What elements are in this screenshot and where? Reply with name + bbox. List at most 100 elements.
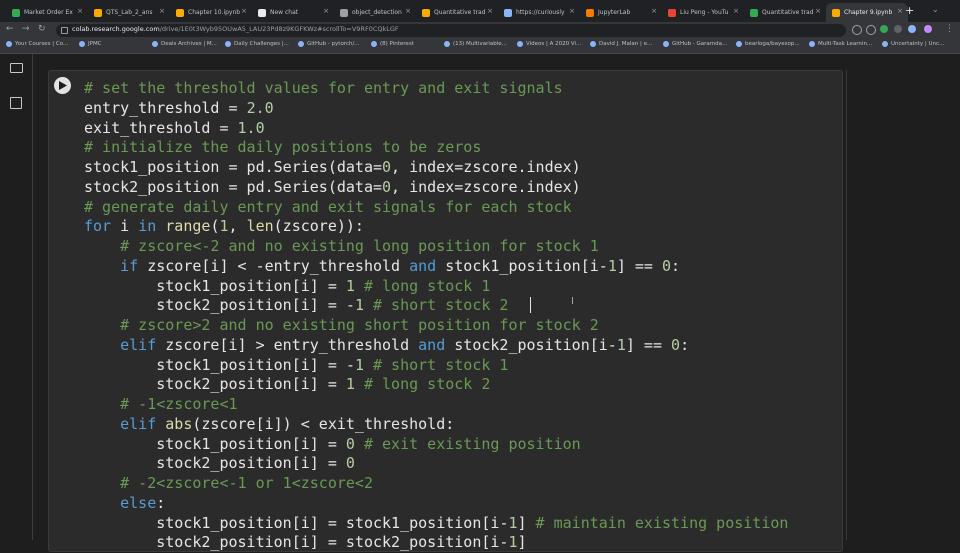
browser-tab[interactable]: Liu Peng - YouTu × (662, 3, 744, 22)
bookmark-favicon-icon (590, 41, 596, 47)
code-text: stock1_position[i] = (84, 434, 346, 453)
code-line: elif zscore[i] > entry_threshold and sto… (84, 336, 788, 356)
browser-tab[interactable]: https://curiously × (498, 3, 580, 22)
bookmark-item[interactable]: GitHub - pytorch/... (298, 41, 360, 47)
code-keyword: in (138, 217, 157, 236)
extension-icon[interactable] (880, 25, 888, 33)
browser-tab[interactable]: JupyterLab × (580, 3, 662, 22)
tab-close-icon[interactable]: × (733, 7, 739, 15)
code-builtin: abs (165, 414, 193, 433)
browser-menu-icon[interactable]: ⋮ (945, 24, 954, 34)
browser-tab[interactable]: Market Order Ex × (6, 3, 88, 22)
code-keyword: for (84, 217, 112, 236)
tab-search-chevron-icon[interactable]: ⌄ (932, 5, 939, 14)
bookmark-item[interactable]: bearloga/bayesop... (736, 41, 800, 47)
code-text: stock1_position[i] = (84, 276, 346, 295)
code-line: stock2_position[i] = -1 # short stock 2 (84, 296, 788, 316)
tab-title: Market Order Ex (24, 9, 73, 16)
code-text: zscore[i] < -entry_threshold (138, 256, 410, 275)
code-number: 0 (345, 454, 355, 473)
code-comment: # exit existing position (363, 434, 581, 453)
browser-tab-strip: Market Order Ex × QTS_Lab_2_ans × Chapter 10… (0, 0, 960, 22)
bookmark-label: GitHub - Garamda... (672, 41, 728, 47)
folder-icon[interactable] (10, 63, 23, 73)
code-editor[interactable]: # set the threshold values for entry and… (84, 79, 788, 553)
tab-close-icon[interactable]: × (897, 7, 903, 15)
reload-icon[interactable]: ↻ (38, 24, 46, 34)
bookmark-item[interactable]: JPMC (79, 41, 102, 47)
tab-close-icon[interactable]: × (77, 7, 83, 15)
address-bar[interactable]: colab.research.google.com/drive/1E0t3Wyb… (56, 24, 846, 37)
bookmark-label: (13) Multivariable... (453, 41, 507, 47)
bookmark-label: Your Courses | Co... (15, 41, 69, 47)
bookmark-item[interactable]: (8) Pinterest (371, 41, 414, 47)
code-cell[interactable]: # set the threshold values for entry and… (48, 70, 843, 552)
sidebar-icon[interactable] (908, 25, 916, 33)
bookmark-favicon-icon (225, 41, 231, 47)
bookmark-label: JPMC (88, 41, 102, 47)
bookmark-item[interactable]: Uncertainty | Unc... (882, 41, 944, 47)
colab-left-sidebar (0, 54, 33, 540)
bookmark-favicon-icon (736, 41, 742, 47)
tab-close-icon[interactable]: × (241, 7, 247, 15)
tab-close-icon[interactable]: × (323, 7, 329, 15)
bookmark-star-icon[interactable] (866, 25, 876, 35)
code-line: # initialize the daily positions to be z… (84, 138, 788, 158)
back-arrow-icon[interactable]: ← (6, 24, 14, 34)
browser-tab[interactable]: Chapter 9.ipynb × (826, 3, 908, 22)
bookmark-item[interactable]: (13) Multivariable... (444, 41, 507, 47)
bookmark-label: Multi-Task Learnin... (818, 41, 873, 47)
bookmark-item[interactable]: Your Courses | Co... (6, 41, 68, 47)
bookmark-item[interactable]: Multi-Task Learnin... (809, 41, 872, 47)
code-comment: # initialize the daily positions to be z… (84, 138, 482, 157)
code-keyword: elif (120, 335, 157, 354)
code-text: stock1_position[i- (436, 256, 608, 275)
browser-tab[interactable]: Chapter 10.ipynb × (170, 3, 252, 22)
code-number: 1 (345, 276, 355, 295)
code-line: # -1<zscore<1 (84, 395, 788, 415)
tab-favicon-icon (12, 8, 20, 17)
bookmark-item[interactable]: Videos | A 2020 Vi... (517, 41, 581, 47)
tab-title: Chapter 9.ipynb (844, 9, 893, 16)
bookmark-item[interactable]: David J. Malan | e... (590, 41, 652, 47)
code-text: stock2_position[i- (445, 335, 617, 354)
tab-close-icon[interactable]: × (487, 7, 493, 15)
browser-tab[interactable]: object_detection × (334, 3, 416, 22)
bookmark-item[interactable]: Daily Challenges |... (225, 41, 289, 47)
code-text: (zscore)): (273, 217, 364, 236)
url-host: colab.research.google.com (72, 25, 160, 33)
bookmark-item[interactable]: GitHub - Garamda... (663, 41, 727, 47)
tab-favicon-icon (422, 8, 430, 17)
browser-tab[interactable]: Quantitative trad × (416, 3, 498, 22)
bookmark-favicon-icon (298, 41, 304, 47)
run-cell-button[interactable] (54, 77, 71, 94)
browser-tab[interactable]: New chat × (252, 3, 334, 22)
tab-close-icon[interactable]: × (159, 7, 165, 15)
code-comment: # generate daily entry and exit signals … (84, 197, 572, 216)
tab-close-icon[interactable]: × (569, 7, 575, 15)
bookmark-favicon-icon (444, 41, 450, 47)
extensions-puzzle-icon[interactable] (894, 25, 902, 33)
profile-avatar[interactable] (924, 25, 932, 33)
code-text: ] (517, 513, 536, 532)
bookmark-label: Videos | A 2020 Vi... (526, 41, 582, 47)
tab-close-icon[interactable]: × (405, 7, 411, 15)
table-of-contents-icon[interactable] (10, 97, 22, 109)
browser-tab[interactable]: QTS_Lab_2_ans × (88, 3, 170, 22)
tab-close-icon[interactable]: × (815, 7, 821, 15)
code-number: 0 (671, 335, 681, 354)
forward-arrow-icon[interactable]: → (22, 24, 30, 34)
code-builtin: range (165, 217, 211, 236)
share-icon[interactable] (852, 25, 862, 35)
new-tab-plus-icon[interactable]: + (905, 4, 914, 17)
bookmark-item[interactable]: Deals Archives | M... (152, 41, 217, 47)
browser-tab[interactable]: Quantitative trad × (744, 3, 826, 22)
code-line: elif abs(zscore[i]) < exit_threshold: (84, 415, 788, 435)
tab-close-icon[interactable]: × (651, 7, 657, 15)
code-line: stock1_position[i] = 1 # long stock 1 (84, 277, 788, 297)
mouse-ibeam-cursor: I (571, 296, 574, 307)
url-text[interactable]: colab.research.google.com/drive/1E0t3Wyb… (72, 25, 399, 33)
